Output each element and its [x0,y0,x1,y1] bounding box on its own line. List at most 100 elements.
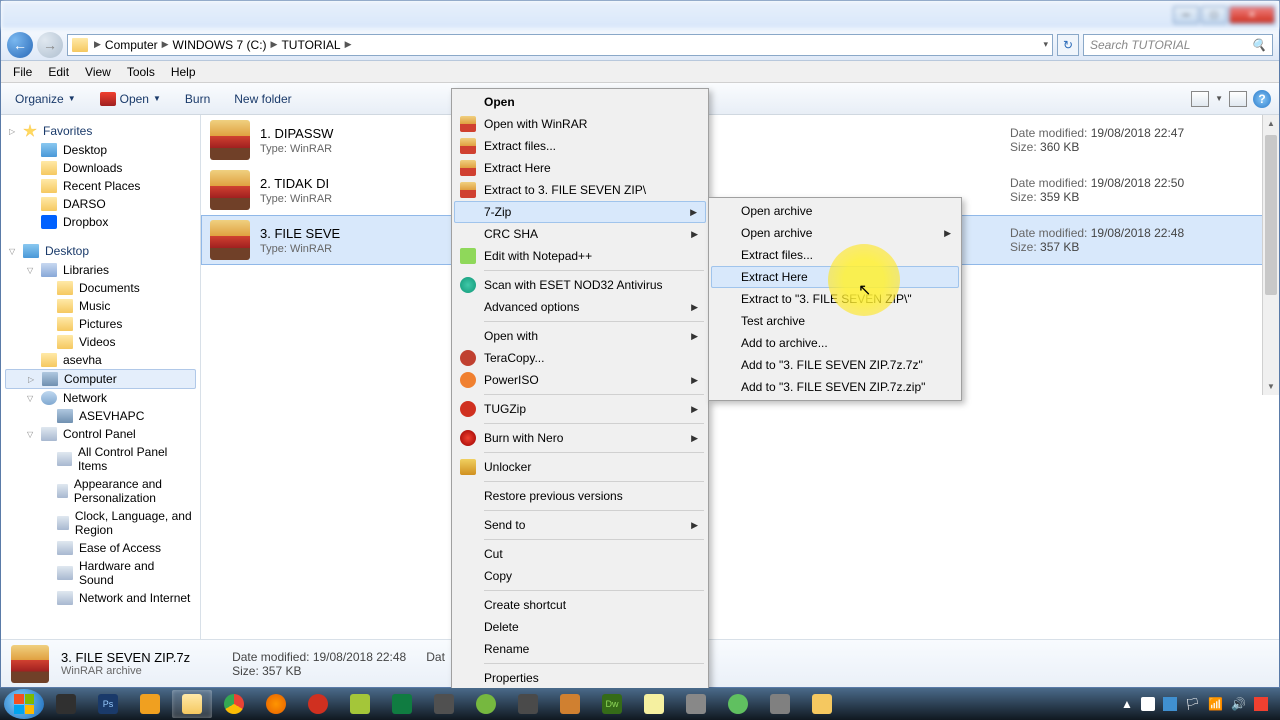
back-button[interactable]: ← [7,32,33,58]
cm-burn-nero[interactable]: Burn with Nero▶ [454,427,706,449]
sidebar-favorites[interactable]: ▷Favorites [1,121,200,141]
minimize-button[interactable]: ─ [1173,6,1199,24]
preview-pane-button[interactable] [1229,91,1247,107]
task-utorrent[interactable] [466,690,506,718]
cm-shortcut[interactable]: Create shortcut [454,594,706,616]
task-dreamweaver[interactable]: Dw [592,690,632,718]
sidebar-item-cp-ease[interactable]: Ease of Access [1,539,200,557]
chevron-right-icon[interactable]: ▶ [162,39,169,50]
task-app5[interactable] [676,690,716,718]
tray-network-icon[interactable]: 📶 [1208,697,1223,711]
sidebar-item-cpanel[interactable]: ▽Control Panel [1,425,200,443]
sidebar-item-cp-all[interactable]: All Control Panel Items [1,443,200,475]
sidebar-desktop-group[interactable]: ▽Desktop [1,241,200,261]
task-app3[interactable] [508,690,548,718]
open-button[interactable]: Open ▼ [94,89,167,109]
maximize-button[interactable]: □ [1201,6,1227,24]
menu-file[interactable]: File [5,63,40,81]
cm-add-7z[interactable]: Add to "3. FILE SEVEN ZIP.7z.7z" [711,354,959,376]
tray-volume-icon[interactable]: 🔊 [1231,697,1246,711]
organize-button[interactable]: Organize ▼ [9,89,82,109]
sidebar-item-cp-appearance[interactable]: Appearance and Personalization [1,475,200,507]
sidebar-item-darso[interactable]: DARSO [1,195,200,213]
sidebar-item-cp-clock[interactable]: Clock, Language, and Region [1,507,200,539]
task-app7[interactable] [760,690,800,718]
tray-icon[interactable] [1254,697,1268,711]
task-app4[interactable] [550,690,590,718]
menu-tools[interactable]: Tools [119,63,163,81]
cm-extract-here[interactable]: Extract Here [454,157,706,179]
menu-edit[interactable]: Edit [40,63,77,81]
chevron-down-icon[interactable]: ▼ [1215,94,1223,103]
cm-copy[interactable]: Copy [454,565,706,587]
cm-open-archive[interactable]: Open archive [711,200,959,222]
sidebar-item-pc[interactable]: ASEVHAPC [1,407,200,425]
cm-teracopy[interactable]: TeraCopy... [454,347,706,369]
task-app8[interactable] [802,690,842,718]
cm-open-archive-sub[interactable]: Open archive▶ [711,222,959,244]
cm-open-with[interactable]: Open with▶ [454,325,706,347]
cm-add-zip[interactable]: Add to "3. FILE SEVEN ZIP.7z.zip" [711,376,959,398]
task-app6[interactable] [718,690,758,718]
tray-flag-icon[interactable]: 🏳 [1185,697,1200,711]
cm-extract-files[interactable]: Extract files... [454,135,706,157]
cm-extract-files-7z[interactable]: Extract files... [711,244,959,266]
cm-add-archive[interactable]: Add to archive... [711,332,959,354]
tray-icon[interactable] [1141,697,1155,711]
cm-crc-sha[interactable]: CRC SHA▶ [454,223,706,245]
sidebar-item-network[interactable]: ▽Network [1,389,200,407]
task-android[interactable] [340,690,380,718]
cm-test-archive[interactable]: Test archive [711,310,959,332]
cm-delete[interactable]: Delete [454,616,706,638]
task-music[interactable] [130,690,170,718]
refresh-button[interactable]: ↻ [1057,34,1079,56]
menu-view[interactable]: View [77,63,119,81]
cm-edit-npp[interactable]: Edit with Notepad++ [454,245,706,267]
cm-unlocker[interactable]: Unlocker [454,456,706,478]
cm-poweriso[interactable]: PowerISO▶ [454,369,706,391]
task-firefox[interactable] [256,690,296,718]
task-app[interactable] [46,690,86,718]
sidebar-item-documents[interactable]: Documents [1,279,200,297]
cm-restore[interactable]: Restore previous versions [454,485,706,507]
task-app2[interactable] [424,690,464,718]
cm-scan-eset[interactable]: Scan with ESET NOD32 Antivirus [454,274,706,296]
tray-icon[interactable] [1163,697,1177,711]
task-chrome[interactable] [214,690,254,718]
cm-extract-to[interactable]: Extract to 3. FILE SEVEN ZIP\ [454,179,706,201]
task-opera[interactable] [298,690,338,718]
cm-7zip[interactable]: 7-Zip▶ [454,201,706,223]
breadcrumb-folder[interactable]: TUTORIAL [279,38,342,52]
sidebar-item-downloads[interactable]: Downloads [1,159,200,177]
cm-open[interactable]: Open [454,91,706,113]
scrollbar[interactable]: ▲▼ [1262,115,1279,395]
file-row[interactable]: 1. DIPASSW Type: WinRAR Date modified: 1… [201,115,1279,165]
help-icon[interactable]: ? [1253,90,1271,108]
chevron-right-icon[interactable]: ▶ [345,39,352,50]
task-explorer[interactable] [172,690,212,718]
sidebar-item-videos[interactable]: Videos [1,333,200,351]
sidebar-item-pictures[interactable]: Pictures [1,315,200,333]
start-button[interactable] [4,689,44,719]
close-button[interactable]: ✕ [1229,6,1275,24]
address-bar[interactable]: ▶ Computer ▶ WINDOWS 7 (C:) ▶ TUTORIAL ▶… [67,34,1053,56]
dropdown-icon[interactable]: ▾ [1043,39,1048,50]
system-tray[interactable]: ▲ 🏳 📶 🔊 [1121,697,1276,711]
task-notes[interactable] [634,690,674,718]
task-excel[interactable] [382,690,422,718]
view-mode-button[interactable] [1191,91,1209,107]
breadcrumb-computer[interactable]: Computer [103,38,160,52]
search-input[interactable]: Search TUTORIAL 🔍 [1083,34,1273,56]
cm-rename[interactable]: Rename [454,638,706,660]
cm-cut[interactable]: Cut [454,543,706,565]
cm-send-to[interactable]: Send to▶ [454,514,706,536]
sidebar-item-dropbox[interactable]: Dropbox [1,213,200,231]
tray-up-icon[interactable]: ▲ [1121,697,1133,711]
chevron-right-icon[interactable]: ▶ [271,39,278,50]
cm-advanced[interactable]: Advanced options▶ [454,296,706,318]
sidebar-item-user[interactable]: asevha [1,351,200,369]
sidebar-item-computer[interactable]: ▷Computer [5,369,196,389]
sidebar-item-recent[interactable]: Recent Places [1,177,200,195]
breadcrumb-drive[interactable]: WINDOWS 7 (C:) [171,38,269,52]
sidebar-item-libraries[interactable]: ▽Libraries [1,261,200,279]
